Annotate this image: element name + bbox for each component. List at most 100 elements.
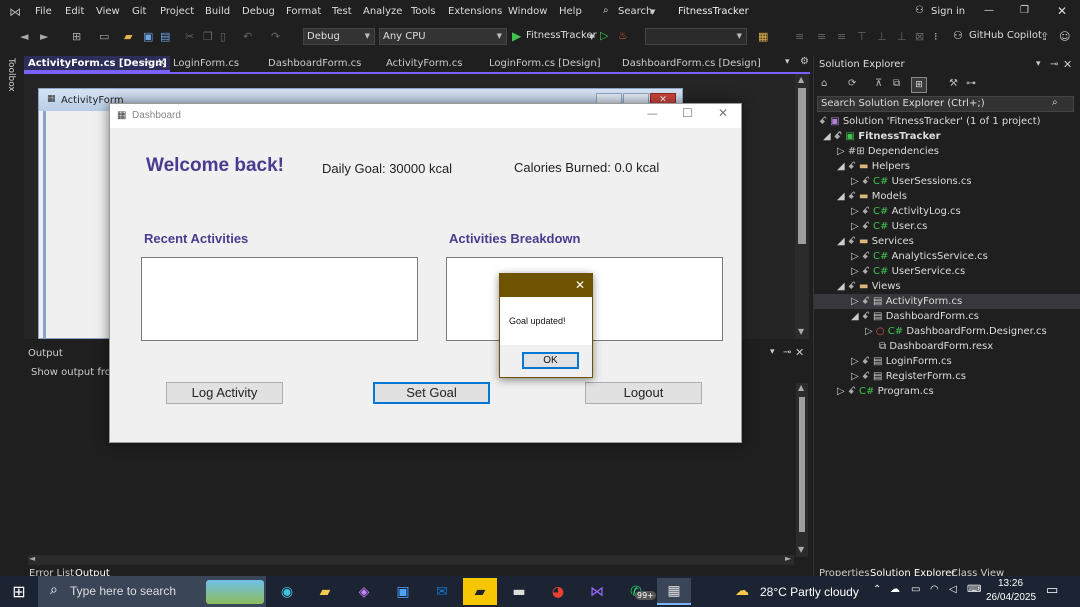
taskbar-copilot[interactable]: ◈ [347,578,381,605]
show-all-files-icon[interactable]: ⧉ [893,78,900,89]
menu-extensions[interactable]: Extensions [448,6,502,17]
save-all-icon[interactable]: ▤ [160,30,170,44]
battery-icon[interactable]: ▭ [911,584,920,595]
onedrive-icon[interactable]: ☁ [890,584,900,595]
output-scrollbar[interactable]: ▲ ▼ [796,383,808,557]
save-icon[interactable]: ▣ [143,30,153,44]
taskbar-chrome[interactable]: ◕ [541,578,575,605]
clock-time[interactable]: 13:26 [998,578,1023,589]
language-icon[interactable]: ⌨ [967,584,981,595]
paste-icon[interactable]: ▯ [220,30,226,44]
tree-item-program[interactable]: ▷ ꗃ C# Program.cs [837,385,934,399]
size-icon[interactable]: ⊠ [915,30,924,44]
align-left-icon[interactable]: ≡ [795,30,804,44]
taskbar-whatsapp[interactable]: ✆99+ [619,578,656,605]
tab-list-icon[interactable]: ▾ [785,57,790,67]
scroll-up-icon[interactable]: ▲ [798,383,804,392]
tree-item-project[interactable]: ◢ ꗃ ▣ FitnessTracker [823,130,941,144]
output-horizontal-scrollbar[interactable]: ◄ ► [28,554,794,565]
add-item-icon[interactable]: ▭ [99,30,109,44]
toolbox-tool-icon[interactable]: ▦ [758,30,768,44]
message-close-icon[interactable]: ✕ [575,278,585,292]
align-top-icon[interactable]: ⊤ [857,30,867,44]
tree-item-loginform[interactable]: ▷ ꗃ ▤ LoginForm.cs [851,355,952,369]
start-button[interactable]: ⊞ [2,578,36,605]
start-without-debugging-icon[interactable]: ▷ [600,29,608,43]
taskbar-store[interactable]: ▣ [386,578,420,605]
tab-dashboardform[interactable]: DashboardForm.cs [268,57,361,71]
align-center-icon[interactable]: ≡ [817,30,826,44]
log-activity-button[interactable]: Log Activity [166,382,283,404]
properties-wrench-icon[interactable]: ⚒ [949,78,958,89]
volume-icon[interactable]: ◁ [949,584,957,595]
taskbar-dashboard-app[interactable]: ▦ [657,578,691,605]
tree-item-registerform[interactable]: ▷ ꗃ ▤ RegisterForm.cs [851,370,966,384]
cut-icon[interactable]: ✂ [185,30,194,44]
sign-in-link[interactable]: Sign in [931,6,965,17]
scroll-down-icon[interactable]: ▼ [798,545,804,554]
tree-item-helpers[interactable]: ◢ ꗃ ▬ Helpers [837,160,910,174]
configuration-dropdown[interactable]: Debug ▼ [303,28,375,45]
output-menu-icon[interactable]: ▾ [770,347,775,357]
scroll-left-icon[interactable]: ◄ [29,554,35,563]
run-target-button[interactable]: FitnessTracker [526,30,597,41]
copilot-icon[interactable]: ⚇ [953,29,963,43]
menu-edit[interactable]: Edit [65,6,84,17]
panel-menu-icon[interactable]: ▾ [1036,59,1041,69]
menu-analyze[interactable]: Analyze [363,6,402,17]
window-minimize-icon[interactable]: — [647,107,658,120]
menu-project[interactable]: Project [160,6,194,17]
open-folder-icon[interactable]: ▰ [124,30,132,44]
tree-item-views[interactable]: ◢ ꗃ ▬ Views [837,280,901,294]
filter-icon[interactable]: ⊶ [966,78,976,89]
taskbar-sticky-notes[interactable]: ▰ [463,578,497,605]
notifications-icon[interactable]: ▭ [1046,583,1058,598]
scroll-up-icon[interactable]: ▲ [798,75,804,84]
scroll-thumb[interactable] [799,397,805,532]
menu-help[interactable]: Help [559,6,582,17]
github-copilot-button[interactable]: GitHub Copilot [969,30,1042,41]
output-pin-icon[interactable]: ⊸ [783,347,791,358]
ok-button[interactable]: OK [522,352,579,369]
weather-text[interactable]: 28°C Partly cloudy [760,585,859,599]
chevron-down-icon[interactable]: ▼ [589,33,594,41]
tab-loginform[interactable]: LoginForm.cs [173,57,239,71]
menu-test[interactable]: Test [332,6,352,17]
pin-icon[interactable]: ⊸ [142,57,150,68]
debug-target-dropdown[interactable]: ▼ [645,28,747,45]
menu-build[interactable]: Build [205,6,230,17]
taskbar-terminal[interactable]: ▬ [502,578,536,605]
align-right-icon[interactable]: ≡ [837,30,846,44]
platform-dropdown[interactable]: Any CPU ▼ [379,28,507,45]
home-icon[interactable]: ⌂ [821,78,827,89]
menu-format[interactable]: Format [286,6,321,17]
taskbar-file-explorer[interactable]: ▰ [308,578,342,605]
close-tab-icon[interactable]: ✕ [157,56,166,69]
settings-gear-icon[interactable]: ⚙ [800,56,809,67]
redo-icon[interactable]: ↷ [271,30,280,44]
restore-icon[interactable]: ❐ [1020,5,1029,16]
menu-debug[interactable]: Debug [242,6,275,17]
tree-item-dashboardform[interactable]: ◢ ꗃ ▤ DashboardForm.cs [851,310,979,324]
share-icon[interactable]: ⇪ [1040,30,1049,44]
close-icon[interactable]: ✕ [1057,4,1067,18]
tree-item-solution[interactable]: ꗃ ▣ Solution 'FitnessTracker' (1 of 1 pr… [819,115,1041,129]
overflow-icon[interactable]: ⁝ [934,30,938,44]
toolbox-tab[interactable]: Toolbox [2,58,16,98]
scroll-right-icon[interactable]: ► [785,554,791,563]
feedback-icon[interactable]: ☺ [1059,30,1070,44]
menu-file[interactable]: File [35,6,52,17]
show-hidden-icons[interactable]: ⌃ [873,584,881,595]
panel-pin-icon[interactable]: ⊸ [1050,59,1058,70]
window-maximize-icon[interactable]: ☐ [682,106,693,120]
tree-item-dashboardform-resx[interactable]: ⧉ DashboardForm.resx [879,340,993,354]
hot-reload-icon[interactable]: ♨ [618,29,628,43]
back-icon[interactable]: ◄ [20,30,28,44]
tree-item-models[interactable]: ◢ ꗃ ▬ Models [837,190,907,204]
tree-item-services[interactable]: ◢ ꗃ ▬ Services [837,235,914,249]
designer-vertical-scrollbar[interactable]: ▲ ▼ [795,74,809,339]
align-bottom-icon[interactable]: ⊥ [897,30,907,44]
panel-close-icon[interactable]: ✕ [1063,58,1072,71]
tree-item-dependencies[interactable]: ▷ #⊞ Dependencies [837,145,939,159]
preview-selected-icon[interactable]: ⊞ [911,77,927,93]
